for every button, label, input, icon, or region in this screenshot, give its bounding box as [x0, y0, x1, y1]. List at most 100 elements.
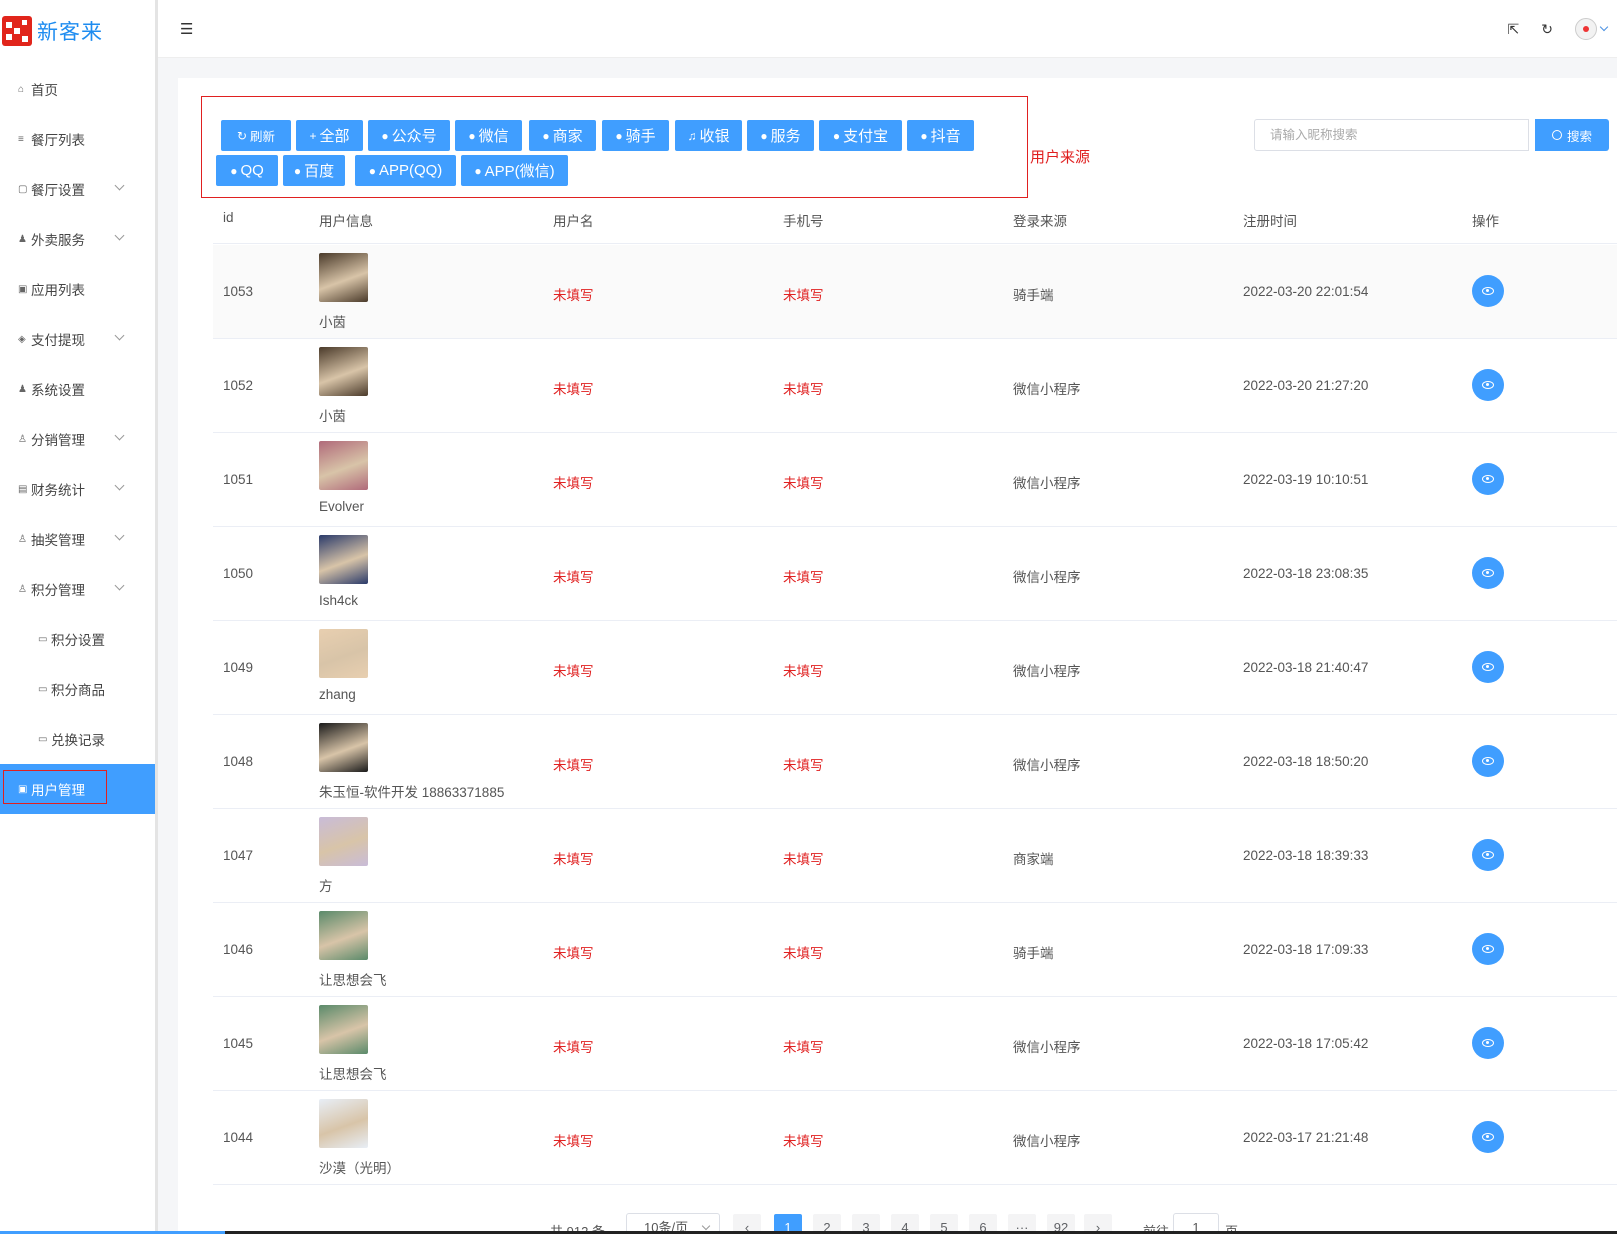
view-button[interactable]: [1472, 933, 1504, 965]
filter-button-label: 服务: [770, 128, 801, 145]
app-root: 新客来 ⌂ 首页 ≡ 餐厅列表 ▢ 餐厅设置 ♟ 外卖服务 ▣ 应用列表 ◈ 支付提现 ♟ 系统设置 ♙ 分销…: [0, 0, 1617, 1234]
view-button[interactable]: [1472, 1027, 1504, 1059]
sidebar-item-2[interactable]: ▢ 餐厅设置: [0, 164, 155, 214]
user-avatar-image: [319, 1099, 368, 1148]
chevron-down-icon: [114, 180, 125, 191]
view-button[interactable]: [1472, 1121, 1504, 1153]
hamburger-icon[interactable]: ☰: [180, 20, 193, 38]
user-nickname: 沙漠（光明）: [319, 1161, 400, 1176]
username-value: 未填写: [553, 946, 594, 961]
login-source: 微信小程序: [1013, 570, 1081, 585]
chevron-down-icon: [114, 480, 125, 491]
sidebar-item-label: 外卖服务: [31, 233, 85, 248]
phone-value: 未填写: [783, 946, 824, 961]
filter-button-label: APP(微信): [484, 163, 555, 180]
sidebar-item-5[interactable]: ◈ 支付提现: [0, 314, 155, 364]
user-avatar-image: [319, 535, 368, 584]
settings-icon: ▢: [18, 183, 28, 195]
filter-button-cashier[interactable]: ♫ 收银: [675, 120, 742, 151]
view-button[interactable]: [1472, 839, 1504, 871]
sidebar-item-11[interactable]: ▭ 积分设置: [0, 614, 155, 664]
logo[interactable]: 新客来: [2, 16, 103, 46]
eye-icon: [1482, 287, 1494, 295]
phone-value: 未填写: [783, 1134, 824, 1149]
sidebar-item-9[interactable]: ♙ 抽奖管理: [0, 514, 155, 564]
ticket-icon: ▭: [38, 633, 48, 645]
user-nickname: 朱玉恒-软件开发 18863371885: [319, 785, 505, 800]
eye-icon: [1482, 569, 1494, 577]
filter-button-merchant[interactable]: ● 商家: [529, 120, 596, 151]
app-icon: ▣: [18, 283, 28, 295]
filter-button-wechat[interactable]: ● 公众号: [368, 120, 450, 151]
view-button[interactable]: [1472, 651, 1504, 683]
sidebar-item-label: 餐厅设置: [31, 183, 85, 198]
register-time: 2022-03-18 17:09:33: [1243, 942, 1369, 957]
sidebar-item-1[interactable]: ≡ 餐厅列表: [0, 114, 155, 164]
login-source: 微信小程序: [1013, 1134, 1081, 1149]
view-button[interactable]: [1472, 557, 1504, 589]
filter-button-douyin[interactable]: ● 抖音: [907, 120, 974, 151]
search-icon: [1551, 130, 1562, 140]
search-input[interactable]: 请输入昵称搜索: [1254, 119, 1529, 151]
view-button[interactable]: [1472, 275, 1504, 307]
login-source: 微信小程序: [1013, 1040, 1081, 1055]
filter-button-alipay[interactable]: ● 支付宝: [819, 120, 902, 151]
sidebar-item-4[interactable]: ▣ 应用列表: [0, 264, 155, 314]
phone-value: 未填写: [783, 1040, 824, 1055]
filter-button-service[interactable]: ● 服务: [747, 120, 814, 151]
user-management-panel: ↻ 刷新 + 全部 ● 公众号 ● 微信 ● 商家 ● 骑手 ♫ 收银 ● 服务 ● 支付宝 ● 抖音 ● QQ ● 百度 ● A…: [178, 78, 1617, 1234]
user-id: 1051: [223, 472, 254, 487]
filter-button-android-3[interactable]: ● APP(微信): [461, 155, 568, 186]
sidebar-item-14[interactable]: ▣ 用户管理: [0, 764, 155, 814]
register-time: 2022-03-18 17:05:42: [1243, 1036, 1369, 1051]
user-id: 1044: [223, 1130, 254, 1145]
active-item-highlight: [3, 770, 107, 804]
filter-button-label: 公众号: [391, 128, 437, 145]
refresh-icon[interactable]: ↻: [1541, 21, 1553, 38]
chevron-down-icon[interactable]: [1599, 22, 1609, 32]
user-avatar-image: [319, 1005, 368, 1054]
username-value: 未填写: [553, 1134, 594, 1149]
filter-button-qq-0[interactable]: ● QQ: [216, 155, 278, 186]
sidebar-item-6[interactable]: ♟ 系统设置: [0, 364, 155, 414]
user-avatar[interactable]: [1575, 18, 1597, 40]
filter-button-baidu-1[interactable]: ● 百度: [283, 155, 345, 186]
username-value: 未填写: [553, 382, 594, 397]
cashier-icon: ♫: [687, 128, 697, 143]
view-button[interactable]: [1472, 463, 1504, 495]
username-value: 未填写: [553, 758, 594, 773]
login-source: 微信小程序: [1013, 758, 1081, 773]
sidebar-item-label: 积分管理: [31, 583, 85, 598]
filter-button-refresh[interactable]: ↻ 刷新: [221, 120, 291, 151]
sidebar-item-label: 餐厅列表: [31, 133, 85, 148]
sidebar-item-7[interactable]: ♙ 分销管理: [0, 414, 155, 464]
filter-button-label: 骑手: [625, 128, 656, 145]
view-button[interactable]: [1472, 745, 1504, 777]
filter-button-miniprogram[interactable]: ● 微信: [455, 120, 522, 151]
sidebar-item-12[interactable]: ▭ 积分商品: [0, 664, 155, 714]
sidebar-item-8[interactable]: ▤ 财务统计: [0, 464, 155, 514]
user-id: 1049: [223, 660, 254, 675]
phone-value: 未填写: [783, 382, 824, 397]
register-time: 2022-03-18 18:39:33: [1243, 848, 1369, 863]
sidebar-item-10[interactable]: ♙ 积分管理: [0, 564, 155, 614]
table-row: 1045 让思想会飞 未填写 未填写 微信小程序 2022-03-18 17:05:42: [213, 997, 1617, 1091]
group-icon: ♙: [18, 433, 27, 445]
sidebar-item-0[interactable]: ⌂ 首页: [0, 64, 155, 114]
register-time: 2022-03-17 21:21:48: [1243, 1130, 1369, 1145]
search-button[interactable]: 搜索: [1535, 119, 1609, 151]
refresh-icon: ↻: [236, 128, 248, 143]
sidebar-item-3[interactable]: ♟ 外卖服务: [0, 214, 155, 264]
user-id: 1053: [223, 284, 254, 299]
user-id: 1045: [223, 1036, 254, 1051]
sidebar-item-label: 财务统计: [31, 483, 85, 498]
fullscreen-icon[interactable]: ⇱: [1508, 21, 1520, 38]
view-button[interactable]: [1472, 369, 1504, 401]
user-nickname: 小茵: [319, 315, 346, 330]
filter-button-rider[interactable]: ● 骑手: [602, 120, 669, 151]
sidebar-item-13[interactable]: ▭ 兑换记录: [0, 714, 155, 764]
service-icon: ●: [760, 128, 768, 143]
filter-button-plus[interactable]: + 全部: [296, 120, 363, 151]
filter-button-android-2[interactable]: ● APP(QQ): [355, 155, 456, 186]
register-time: 2022-03-18 23:08:35: [1243, 566, 1369, 581]
